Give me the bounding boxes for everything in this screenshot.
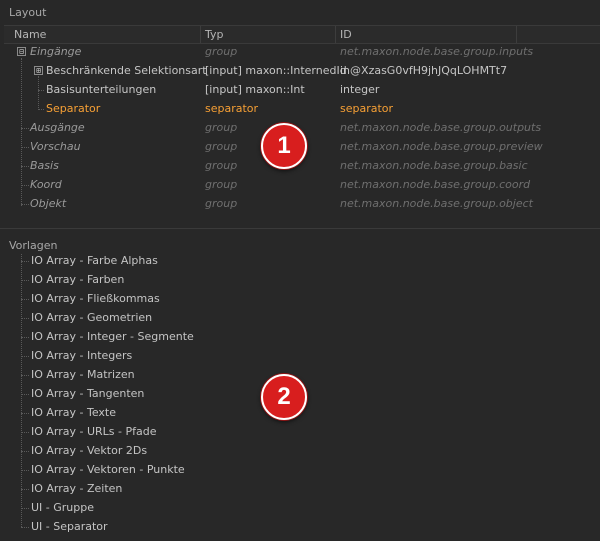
tree-row-koord[interactable]: Koord group net.maxon.node.base.group.co… [0, 175, 600, 194]
vorlagen-item[interactable]: IO Array - Geometrien [31, 311, 152, 324]
row-name: Ausgänge [30, 121, 85, 134]
row-type: [input] maxon::InternedId [205, 64, 347, 77]
tree-guide-line [21, 299, 29, 300]
vorlagen-item[interactable]: IO Array - Vektoren - Punkte [31, 463, 185, 476]
row-name: Basis [30, 159, 59, 172]
tree-guide-line [21, 394, 29, 395]
row-id: integer [340, 83, 380, 96]
vorlagen-item[interactable]: IO Array - URLs - Pfade [31, 425, 157, 438]
row-name: Eingänge [30, 45, 82, 58]
row-id: net.maxon.node.base.group.inputs [340, 45, 534, 58]
row-id: in@XzasG0vfH9jhJQqLOHMTt7 [340, 64, 508, 77]
row-name: Beschränkende Selektionsart [46, 64, 207, 77]
row-type: [input] maxon::Int [205, 83, 305, 96]
row-name: Koord [30, 178, 62, 191]
vorlagen-item[interactable]: IO Array - Farben [31, 273, 124, 286]
row-id: net.maxon.node.base.group.outputs [340, 121, 542, 134]
tree-guide-line [21, 356, 29, 357]
column-resize-handle[interactable] [335, 26, 336, 43]
collapse-icon[interactable]: ⊟ [17, 47, 26, 56]
tree-row-objekt[interactable]: Objekt group net.maxon.node.base.group.o… [0, 194, 600, 213]
row-type: group [205, 121, 238, 134]
tree-guide-line [21, 489, 29, 490]
layout-panel: Layout Name Typ ID ⊟ Eingänge group net.… [0, 0, 600, 228]
vorlagen-item[interactable]: IO Array - Texte [31, 406, 116, 419]
tree-guide-line [21, 375, 29, 376]
row-type: separator [205, 102, 259, 115]
tree-guide-line [21, 470, 29, 471]
row-type: group [205, 45, 238, 58]
tree-guide-line [21, 318, 29, 319]
tree-guide-line [21, 432, 29, 433]
tree-guide-line [21, 413, 29, 414]
row-id: separator [340, 102, 394, 115]
tree-guide-line [21, 261, 29, 262]
tree-row-eingaenge[interactable]: ⊟ Eingänge group net.maxon.node.base.gro… [0, 42, 600, 61]
vorlagen-item[interactable]: IO Array - Farbe Alphas [31, 254, 158, 267]
tree-guide-line [21, 280, 29, 281]
column-header-name[interactable]: Name [14, 28, 46, 41]
column-header-type[interactable]: Typ [205, 28, 224, 41]
row-type: group [205, 159, 238, 172]
row-name: Basisunterteilungen [46, 83, 157, 96]
vorlagen-item[interactable]: UI - Separator [31, 520, 108, 533]
vorlagen-item[interactable]: IO Array - Vektor 2Ds [31, 444, 147, 457]
tree-row-beschraenkende-selektionsart[interactable]: ⊞ Beschränkende Selektionsart [input] ma… [0, 61, 600, 80]
vorlagen-item[interactable]: IO Array - Zeiten [31, 482, 122, 495]
vorlagen-item[interactable]: UI - Gruppe [31, 501, 94, 514]
column-resize-handle[interactable] [516, 26, 517, 43]
annotation-badge-1: 1 [261, 123, 307, 169]
expand-icon[interactable]: ⊞ [34, 66, 43, 75]
vorlagen-item[interactable]: IO Array - Fließkommas [31, 292, 160, 305]
column-resize-handle[interactable] [200, 26, 201, 43]
vorlagen-item[interactable]: IO Array - Matrizen [31, 368, 135, 381]
tree-guide-line [21, 508, 29, 509]
tree-row-separator[interactable]: Separator separator separator [0, 99, 600, 118]
tree-guide-line [21, 451, 29, 452]
row-type: group [205, 197, 238, 210]
vorlagen-item[interactable]: IO Array - Integer - Segmente [31, 330, 194, 343]
row-id: net.maxon.node.base.group.basic [340, 159, 528, 172]
row-name: Objekt [30, 197, 67, 210]
row-id: net.maxon.node.base.group.object [340, 197, 533, 210]
tree-guide-line [21, 254, 22, 527]
row-id: net.maxon.node.base.group.preview [340, 140, 543, 153]
vorlagen-item[interactable]: IO Array - Tangenten [31, 387, 144, 400]
vorlagen-item[interactable]: IO Array - Integers [31, 349, 132, 362]
tree-guide-line [21, 527, 29, 528]
column-header-id[interactable]: ID [340, 28, 352, 41]
row-name: Separator [46, 102, 101, 115]
row-id: net.maxon.node.base.group.coord [340, 178, 531, 191]
vorlagen-section-title: Vorlagen [9, 239, 58, 252]
row-type: group [205, 140, 238, 153]
panel-divider[interactable] [0, 228, 600, 229]
tree-row-basisunterteilungen[interactable]: Basisunterteilungen [input] maxon::Int i… [0, 80, 600, 99]
row-name: Vorschau [30, 140, 81, 153]
layout-section-title: Layout [9, 6, 47, 19]
tree-guide-line [21, 337, 29, 338]
row-type: group [205, 178, 238, 191]
annotation-badge-2: 2 [261, 374, 307, 420]
